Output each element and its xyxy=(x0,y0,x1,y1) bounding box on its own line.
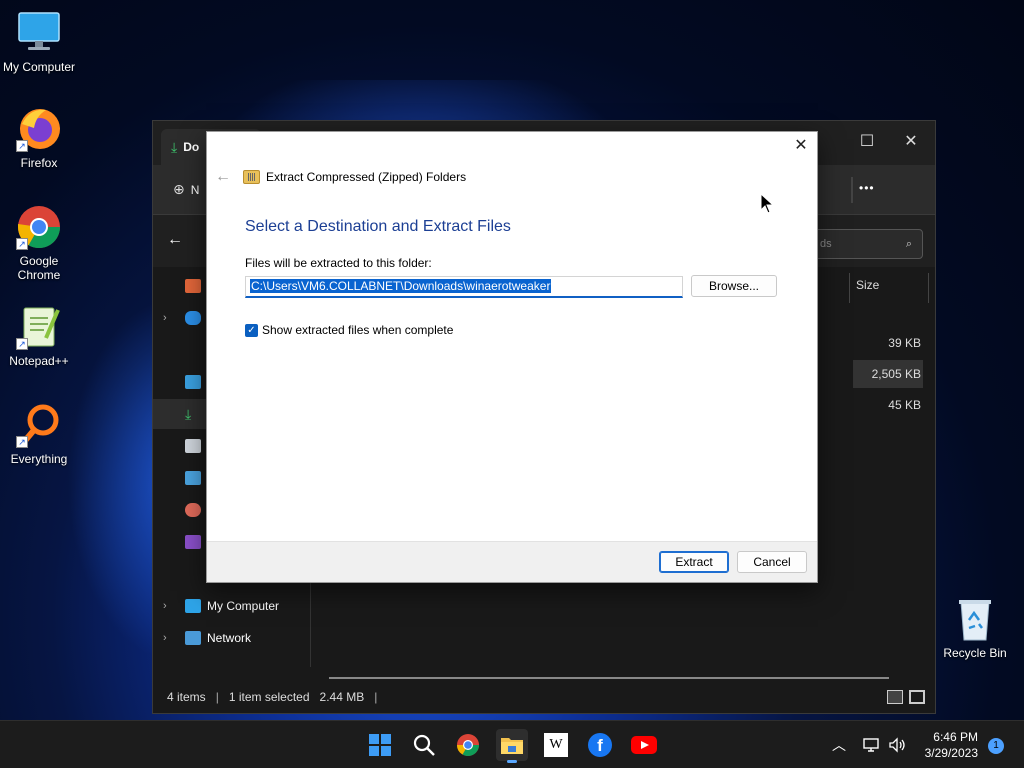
magnifier-icon: ↗ xyxy=(16,402,62,448)
more-options-button[interactable]: ••• xyxy=(859,181,875,195)
chrome-icon[interactable] xyxy=(452,729,484,761)
wikipedia-icon[interactable]: W xyxy=(540,729,572,761)
clock-time: 6:46 PM xyxy=(933,730,978,744)
show-extracted-files-label: Show extracted files when complete xyxy=(262,323,454,337)
shortcut-arrow-icon: ↗ xyxy=(16,338,28,350)
search-placeholder: ds xyxy=(820,238,832,250)
status-selected: 1 item selected xyxy=(228,690,310,704)
desktop-folder-icon xyxy=(185,375,201,389)
recycle-bin-icon xyxy=(952,596,998,642)
taskbar: W f ︿ 6:46 PM 3/29/2023 1 xyxy=(0,720,1024,768)
desktop-icon-label: Notepad++ xyxy=(9,354,69,368)
tiles-view-icon[interactable] xyxy=(909,690,925,704)
network-icon xyxy=(185,631,201,645)
nav-item-label: My Computer xyxy=(207,599,280,613)
dialog-heading: Select a Destination and Extract Files xyxy=(245,218,511,235)
shortcut-arrow-icon: ↗ xyxy=(16,436,28,448)
zip-folder-icon xyxy=(243,170,260,184)
show-extracted-files-option[interactable]: ✓ Show extracted files when complete xyxy=(245,323,453,337)
explorer-tab-title: Do xyxy=(183,140,200,154)
mouse-cursor-icon xyxy=(760,192,775,218)
status-separator: | xyxy=(374,690,378,704)
file-row-size-selected[interactable]: 2,505 KB xyxy=(853,360,923,388)
status-separator: | xyxy=(215,690,219,704)
volume-icon[interactable] xyxy=(888,721,906,768)
youtube-icon[interactable] xyxy=(628,729,660,761)
new-button[interactable]: ⊕ N xyxy=(173,181,199,198)
home-icon xyxy=(185,279,201,293)
desktop-icon-notepadpp[interactable]: ↗ Notepad++ xyxy=(0,304,78,368)
picture-icon xyxy=(185,471,201,485)
nav-item-my-computer[interactable]: › My Computer xyxy=(153,591,311,621)
plus-circle-icon: ⊕ xyxy=(173,181,185,197)
extract-dialog[interactable]: ✕ ← Extract Compressed (Zipped) Folders … xyxy=(206,131,818,583)
dialog-close-button[interactable]: ✕ xyxy=(793,138,809,154)
desktop-icon-firefox[interactable]: ↗ Firefox xyxy=(0,106,78,170)
destination-path-value: C:\Users\VM6.COLLABNET\Downloads\winaero… xyxy=(250,279,552,293)
desktop-icon-label: My Computer xyxy=(2,60,76,74)
toolbar-divider xyxy=(851,177,853,203)
cancel-button[interactable]: Cancel xyxy=(737,551,807,573)
file-row-size[interactable]: 39 KB xyxy=(861,329,921,357)
horizontal-scrollbar[interactable] xyxy=(329,677,889,679)
nav-item-network[interactable]: › Network xyxy=(153,623,311,653)
music-icon xyxy=(185,503,201,517)
show-hidden-icons-button[interactable]: ︿ xyxy=(832,721,846,768)
desktop-icon-recycle-bin[interactable]: Recycle Bin xyxy=(936,596,1014,660)
desktop-icon-label: Google Chrome xyxy=(17,254,61,282)
new-button-label: N xyxy=(190,182,200,197)
desktop-icon-label: Recycle Bin xyxy=(943,646,1007,660)
download-icon: ⤓ xyxy=(185,405,192,422)
chrome-icon: ↗ xyxy=(16,204,62,250)
video-icon xyxy=(185,535,201,549)
dialog-title: Extract Compressed (Zipped) Folders xyxy=(266,170,467,184)
close-window-button[interactable]: ✕ xyxy=(889,127,933,157)
explorer-status-bar: 4 items | 1 item selected 2.44 MB | xyxy=(153,681,935,713)
browse-button[interactable]: Browse... xyxy=(691,275,777,297)
document-icon xyxy=(185,439,201,453)
desktop-icon-everything[interactable]: ↗ Everything xyxy=(0,402,78,466)
notification-badge[interactable]: 1 xyxy=(988,738,1004,754)
column-header-size[interactable]: Size xyxy=(849,273,929,303)
file-row-size[interactable]: 45 KB xyxy=(861,391,921,419)
monitor-icon xyxy=(16,10,62,56)
firefox-icon: ↗ xyxy=(16,106,62,152)
destination-label: Files will be extracted to this folder: xyxy=(245,256,432,270)
extract-button[interactable]: Extract xyxy=(659,551,729,573)
facebook-icon[interactable]: f xyxy=(584,729,616,761)
explorer-search-box[interactable]: ds ⌕ xyxy=(811,229,923,259)
back-nav-icon[interactable]: ← xyxy=(167,231,183,249)
desktop-icon-label: Firefox xyxy=(20,156,58,170)
status-size: 2.44 MB xyxy=(319,690,365,704)
start-icon[interactable] xyxy=(364,729,396,761)
system-clock[interactable]: 6:46 PM 3/29/2023 xyxy=(925,729,978,761)
cloud-icon xyxy=(185,311,201,325)
search-icon: ⌕ xyxy=(905,238,912,250)
show-extracted-files-checkbox[interactable]: ✓ xyxy=(245,323,258,337)
monitor-icon xyxy=(185,599,201,613)
shortcut-arrow-icon: ↗ xyxy=(16,238,28,250)
search-icon[interactable] xyxy=(408,729,440,761)
destination-path-input[interactable]: C:\Users\VM6.COLLABNET\Downloads\winaero… xyxy=(245,276,683,298)
file-explorer-icon[interactable] xyxy=(496,729,528,763)
desktop-icon-my-computer[interactable]: My Computer xyxy=(0,10,78,74)
status-item-count: 4 items xyxy=(167,690,206,704)
desktop-icon-label: Everything xyxy=(10,452,68,466)
maximize-button[interactable]: ☐ xyxy=(845,127,889,157)
details-view-icon[interactable] xyxy=(887,690,903,704)
clock-date: 3/29/2023 xyxy=(924,746,978,760)
notepadpp-icon: ↗ xyxy=(16,304,62,350)
dialog-footer: Extract Cancel xyxy=(207,541,817,582)
network-tray-icon[interactable] xyxy=(862,721,880,768)
desktop-icon-chrome[interactable]: ↗ Google Chrome xyxy=(0,204,78,282)
nav-item-label: Network xyxy=(207,631,252,645)
shortcut-arrow-icon: ↗ xyxy=(16,140,28,152)
download-icon: ⤓ xyxy=(171,138,178,155)
chevron-up-icon: ︿ xyxy=(832,737,846,753)
dialog-header: ← Extract Compressed (Zipped) Folders xyxy=(215,168,466,186)
back-arrow-icon[interactable]: ← xyxy=(215,168,237,186)
